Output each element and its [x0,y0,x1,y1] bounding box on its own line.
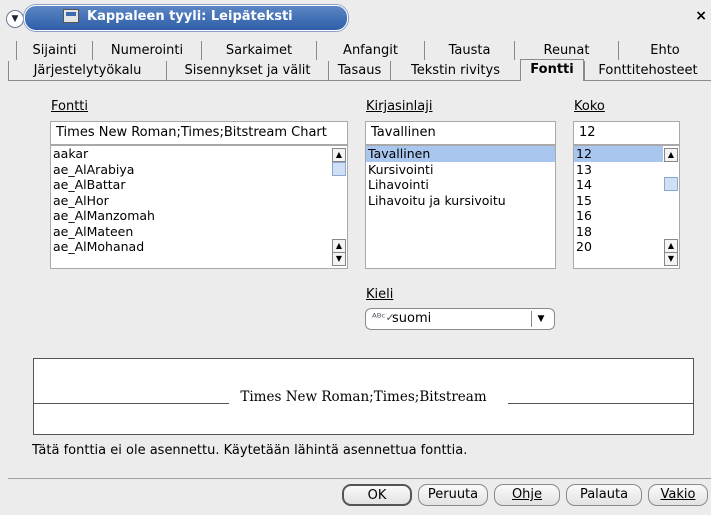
list-item[interactable]: ae_AlManzomah [51,208,347,224]
scroll-up-icon[interactable]: ▲ [332,148,346,162]
list-item[interactable]: Lihavoitu ja kursivoitu [366,193,555,209]
scroll-down-icon[interactable]: ▼ [664,252,678,266]
scroll-thumb[interactable] [332,162,346,176]
font-label-text: Fontti [51,99,89,114]
tab-sarkaimet[interactable]: Sarkaimet [201,41,316,60]
tab-sijainti[interactable]: Sijainti [16,41,92,60]
tab-numerointi[interactable]: Numerointi [92,41,201,60]
preview-text: Times New Roman;Times;Bitstream [238,389,489,405]
language-select[interactable]: ᴬᴮᶜ✓ suomi ▼ [365,308,555,330]
font-name-input[interactable]: Times New Roman;Times;Bitstream Chart [50,121,348,145]
document-icon [63,9,79,23]
tab-ehto[interactable]: Ehto [618,41,711,60]
font-preview: Times New Roman;Times;Bitstream [33,358,694,435]
scroll-thumb[interactable] [664,177,678,191]
list-item[interactable]: Lihavointi [366,177,555,193]
tab-jarjestelytyokalu[interactable]: Järjestelytyökalu [8,61,166,80]
scroll-down-icon[interactable]: ▼ [332,252,346,266]
tab-anfangit[interactable]: Anfangit [316,41,424,60]
list-item-selected[interactable]: Tavallinen [366,146,555,162]
cancel-button[interactable]: Peruuta [418,484,488,506]
help-button[interactable]: Ohje [494,484,560,506]
size-input[interactable]: 12 [573,121,680,145]
language-label-text: Kieli [366,287,394,302]
tab-fontti[interactable]: Fontti [520,59,584,81]
window-menu-icon[interactable]: ▼ [6,10,24,28]
tab-sisennykset[interactable]: Sisennykset ja välit [166,61,328,80]
tab-reunat[interactable]: Reunat [514,41,618,60]
title-bar: ▼ Kappaleen tyyli: Leipäteksti × [0,0,711,32]
style-list[interactable]: Tavallinen Kursivointi Lihavointi Lihavo… [365,145,556,269]
scroll-up-icon[interactable]: ▲ [664,239,678,253]
ok-button[interactable]: OK [342,484,412,506]
list-item[interactable]: ae_AlHor [51,193,347,209]
tab-row-1: Sijainti Numerointi Sarkaimet Anfangit T… [8,41,711,61]
font-list[interactable]: aakar ae_AlArabiya ae_AlBattar ae_AlHor … [50,145,348,269]
chevron-down-icon[interactable]: ▼ [531,311,550,327]
tab-fonttitehosteet[interactable]: Fonttitehosteet [584,61,711,80]
standard-button[interactable]: Vakio [648,484,708,506]
list-item[interactable]: aakar [51,146,347,162]
font-not-installed-notice: Tätä fonttia ei ole asennettu. Käytetään… [32,443,468,458]
help-label: Ohje [511,487,543,502]
style-label: Kirjasinlaji [366,99,433,114]
list-item[interactable]: ae_AlMohanad [51,239,347,255]
style-label-text: Kirjasinlaji [366,99,433,114]
size-label: Koko [574,99,605,114]
baseline-right [508,403,693,404]
standard-label: Vakio [660,487,696,502]
size-list[interactable]: 12 13 14 15 16 18 20 ▲ ▲ ▼ [573,145,680,269]
font-panel: Fontti Times New Roman;Times;Bitstream C… [8,81,711,478]
font-label: Fontti [51,99,88,114]
title-pill: Kappaleen tyyli: Leipäteksti [24,5,348,31]
button-bar: OK Peruuta Ohje Palauta Vakio [0,484,711,508]
scroll-up-icon[interactable]: ▲ [332,239,346,253]
size-list-scrollbar[interactable]: ▲ ▲ ▼ [664,147,678,267]
tab-tasaus[interactable]: Tasaus [328,61,390,80]
style-input[interactable]: Tavallinen [365,121,556,145]
separator [8,478,711,479]
tab-tausta[interactable]: Tausta [424,41,514,60]
list-item[interactable]: Kursivointi [366,162,555,178]
close-icon[interactable]: × [695,8,707,24]
tab-tekstin-rivitys[interactable]: Tekstin rivitys [390,61,520,80]
window-title: Kappaleen tyyli: Leipäteksti [87,9,293,24]
language-value: suomi [392,311,432,326]
list-item[interactable]: ae_AlArabiya [51,162,347,178]
font-list-scrollbar[interactable]: ▲ ▲ ▼ [332,147,346,267]
tab-row-2: Järjestelytyökalu Sisennykset ja välit T… [8,59,711,81]
reset-button[interactable]: Palauta [566,484,642,506]
language-label: Kieli [366,287,393,302]
list-item[interactable]: ae_AlMateen [51,224,347,240]
list-item[interactable]: ae_AlBattar [51,177,347,193]
list-item-selected[interactable]: 12 [574,146,663,162]
size-label-text: Koko [574,99,605,114]
scroll-up-icon[interactable]: ▲ [664,148,678,162]
